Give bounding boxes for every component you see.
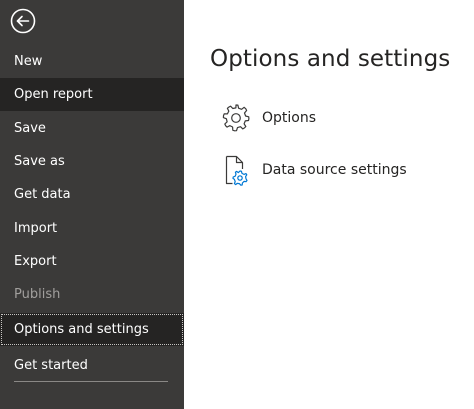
data-source-settings-button[interactable]: Data source settings (220, 154, 460, 188)
sidebar-item-save-as[interactable]: Save as (0, 145, 184, 178)
sidebar-item-get-started[interactable]: Get started (0, 349, 184, 382)
sidebar-item-get-data[interactable]: Get data (0, 178, 184, 211)
main-panel: Options and settings Options Data source… (184, 0, 474, 409)
sidebar-item-export[interactable]: Export (0, 245, 184, 278)
sidebar-item-publish: Publish (14, 287, 61, 302)
sidebar-item-save[interactable]: Save (0, 112, 184, 145)
sidebar: New Open report Save Save as Get data Im… (0, 0, 184, 409)
backstage-view: New Open report Save Save as Get data Im… (0, 0, 474, 409)
sidebar-item-open-report[interactable]: Open report (0, 78, 184, 111)
data-source-settings-label: Data source settings (262, 162, 407, 178)
back-arrow-icon (10, 8, 36, 34)
sidebar-separator (14, 381, 168, 382)
sidebar-item-import[interactable]: Import (0, 212, 184, 245)
sidebar-item-options-and-settings[interactable]: Options and settings (0, 313, 184, 346)
back-button[interactable] (10, 8, 36, 34)
options-label: Options (262, 110, 317, 126)
page-title: Options and settings (210, 46, 451, 72)
options-button[interactable]: Options (220, 102, 460, 136)
sidebar-item-new[interactable]: New (0, 45, 184, 78)
data-source-settings-icon (220, 154, 252, 188)
gear-icon (220, 102, 252, 136)
